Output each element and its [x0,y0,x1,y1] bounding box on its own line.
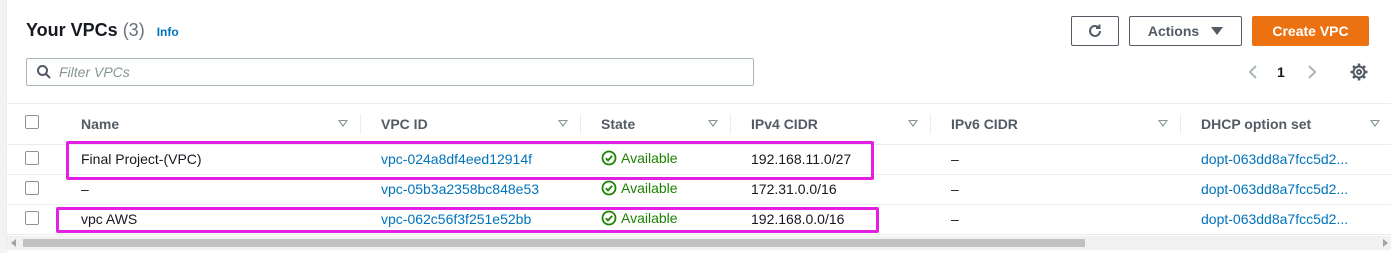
sort-icon[interactable] [1370,120,1380,128]
status-available-icon [601,180,617,195]
table-header-row: Name VPC ID State IPv4 CIDR IPv6 CIDR DH… [7,104,1391,145]
vpc-count: (3) [122,20,145,40]
column-label: VPC ID [381,115,428,132]
status-text: Available [621,149,678,166]
column-header-name[interactable]: Name [61,113,361,134]
row-checkbox[interactable] [25,210,39,225]
vpc-id-link[interactable]: vpc-024a8df4eed12914f [381,151,532,167]
column-header-dhcp-option-set[interactable]: DHCP option set [1181,114,1391,134]
vpc-id-link[interactable]: vpc-05b3a2358bc848e53 [381,181,539,197]
sort-icon[interactable] [338,120,348,128]
scrollbar-thumb[interactable] [23,239,1085,247]
status-badge: Available [601,180,678,196]
ipv4-cidr: 192.168.11.0/27 [731,144,931,175]
sort-icon[interactable] [708,120,718,128]
search-icon [37,65,51,79]
create-vpc-button[interactable]: Create VPC [1252,16,1369,46]
refresh-button[interactable] [1071,16,1119,46]
panel-header: Your VPCs (3) Info [26,20,179,41]
column-label: IPv4 CIDR [751,115,818,132]
status-available-icon [601,210,617,225]
ipv6-cidr: – [931,144,1181,175]
column-header-state[interactable]: State [581,113,731,134]
page-number[interactable]: 1 [1277,64,1285,80]
horizontal-scrollbar[interactable] [7,236,1391,250]
column-label: DHCP option set [1201,115,1312,132]
filter-input[interactable] [59,64,739,80]
actions-dropdown[interactable]: Actions [1129,16,1242,46]
table-row[interactable]: vpc AWS vpc-062c56f3f251e52bb Available … [7,204,1391,235]
sort-icon[interactable] [558,120,568,128]
gear-icon[interactable] [1350,63,1368,81]
status-badge: Available [601,150,678,166]
column-label: Name [81,115,120,132]
table-row[interactable]: Final Project-(VPC) vpc-024a8df4eed12914… [7,144,1391,175]
refresh-icon [1089,24,1101,37]
vpc-table: Name VPC ID State IPv4 CIDR IPv6 CIDR DH… [7,104,1391,235]
sort-icon[interactable] [1158,120,1168,128]
scroll-left-icon[interactable] [11,239,16,247]
vpc-panel: Your VPCs (3) Info Actions Create VPC 1 [6,0,1391,253]
column-header-vpc-id[interactable]: VPC ID [361,113,581,134]
page-title: Your VPCs [26,20,118,40]
row-checkbox[interactable] [25,180,39,195]
status-available-icon [601,150,617,165]
select-all-checkbox[interactable] [25,115,39,130]
sort-icon[interactable] [908,120,918,128]
column-header-ipv6-cidr[interactable]: IPv6 CIDR [931,113,1181,134]
vpc-name: – [61,174,361,205]
status-badge: Available [601,210,678,226]
info-link[interactable]: Info [157,25,179,39]
chevron-left-icon[interactable] [1247,64,1259,80]
chevron-right-icon[interactable] [1306,64,1318,80]
vpc-name: vpc AWS [61,204,361,235]
filter-search[interactable] [26,58,754,86]
scroll-right-icon[interactable] [1383,239,1388,247]
ipv4-cidr: 192.168.0.0/16 [731,204,931,235]
dhcp-option-link[interactable]: dopt-063dd8a7fcc5d2... [1201,181,1348,197]
caret-down-icon [1211,27,1224,35]
table-row[interactable]: – vpc-05b3a2358bc848e53 Available 172.31… [7,174,1391,205]
dhcp-option-link[interactable]: dopt-063dd8a7fcc5d2... [1201,151,1348,167]
vpc-id-link[interactable]: vpc-062c56f3f251e52bb [381,211,531,227]
ipv6-cidr: – [931,204,1181,235]
column-header-ipv4-cidr[interactable]: IPv4 CIDR [731,113,931,134]
status-text: Available [621,179,678,196]
column-label: State [601,115,636,132]
ipv6-cidr: – [931,174,1181,205]
status-text: Available [621,209,678,226]
actions-label: Actions [1147,23,1200,39]
column-label: IPv6 CIDR [951,115,1018,132]
vpc-name: Final Project-(VPC) [61,144,361,175]
row-checkbox[interactable] [25,150,39,165]
dhcp-option-link[interactable]: dopt-063dd8a7fcc5d2... [1201,211,1348,227]
ipv4-cidr: 172.31.0.0/16 [731,174,931,205]
